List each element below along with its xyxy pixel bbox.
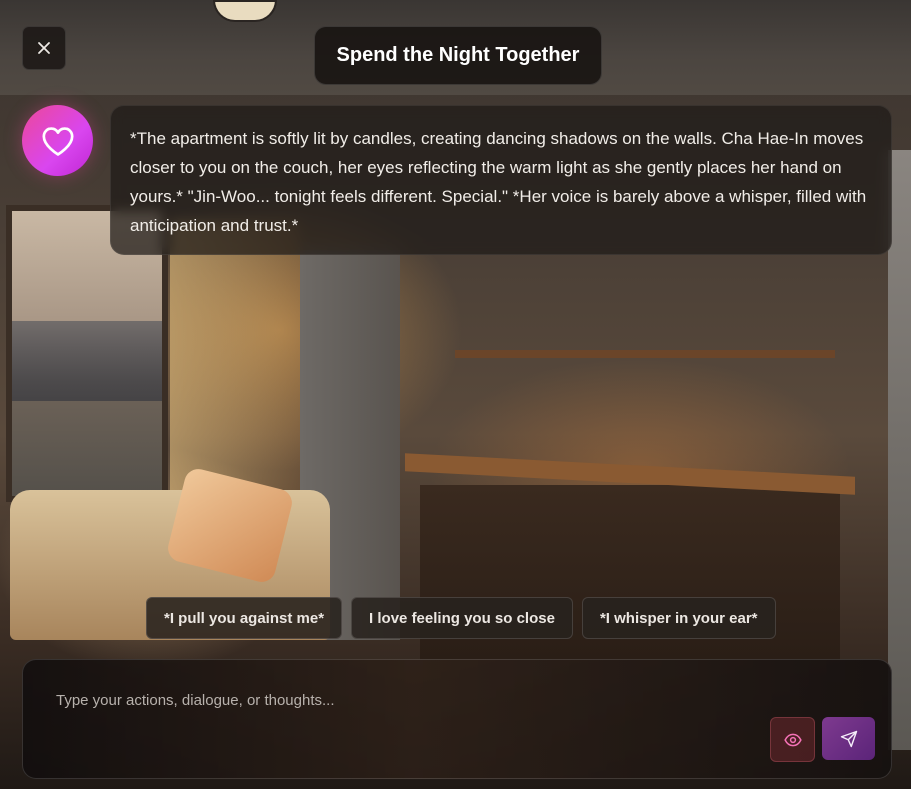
suggestion-list: *I pull you against me* I love feeling y… bbox=[146, 597, 776, 641]
message-text: *The apartment is softly lit by candles,… bbox=[130, 129, 867, 235]
send-button[interactable] bbox=[822, 717, 875, 760]
scene-title-banner: Spend the Night Together bbox=[314, 26, 602, 85]
toggle-visibility-button[interactable] bbox=[770, 717, 815, 762]
suggestion-label: *I pull you against me* bbox=[164, 609, 325, 627]
suggestion-label: I love feeling you so close bbox=[369, 609, 555, 627]
close-icon bbox=[38, 42, 50, 54]
suggestion-chip[interactable]: *I whisper in your ear* bbox=[581, 597, 776, 639]
message-input[interactable] bbox=[54, 687, 758, 713]
suggestion-chip[interactable]: I love feeling you so close bbox=[351, 597, 573, 639]
send-icon bbox=[840, 730, 857, 747]
scene: Spend the Night Together *The apartment … bbox=[0, 0, 911, 789]
suggestion-chip[interactable]: *I pull you against me* bbox=[146, 597, 343, 639]
eye-icon bbox=[783, 733, 802, 746]
message-bubble: *The apartment is softly lit by candles,… bbox=[110, 105, 892, 255]
close-button[interactable] bbox=[22, 26, 66, 70]
shelf bbox=[455, 350, 835, 358]
avatar bbox=[22, 105, 93, 176]
message-composer bbox=[22, 659, 892, 779]
heart-icon bbox=[41, 126, 74, 156]
page-title: Spend the Night Together bbox=[336, 44, 580, 66]
suggestion-label: *I whisper in your ear* bbox=[599, 609, 758, 627]
